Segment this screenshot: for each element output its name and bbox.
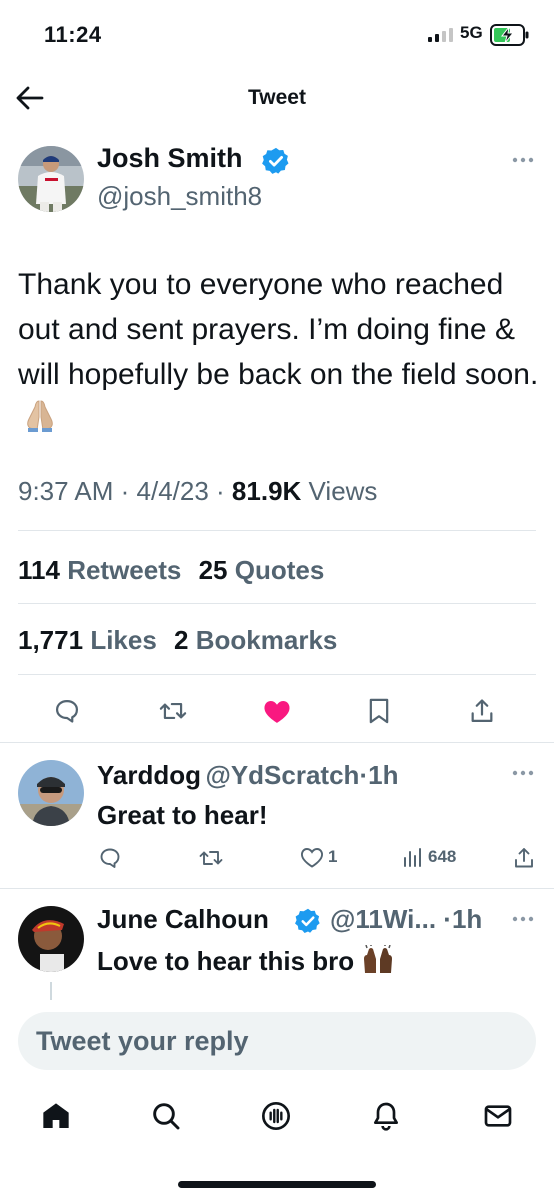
bookmark-icon[interactable]	[366, 697, 392, 725]
share-icon[interactable]	[468, 697, 496, 725]
like-filled-icon[interactable]	[262, 697, 292, 725]
likes-stat[interactable]: 1,771 Likes	[18, 625, 167, 655]
tweet-time: 9:37 AM	[18, 476, 114, 506]
reply-time: 1h	[451, 904, 483, 934]
tweet-text: Thank you to everyone who reached out an…	[18, 262, 540, 442]
reply-author-name[interactable]: Yarddog	[97, 760, 201, 790]
divider	[0, 888, 554, 889]
like-button[interactable]: 1	[300, 846, 337, 868]
signal-icon	[428, 28, 453, 42]
reply-text: Great to hear!	[97, 800, 268, 830]
page-title: Tweet	[248, 86, 306, 109]
network-type: 5G	[460, 23, 483, 42]
reply-time: 1h	[368, 760, 399, 790]
views-button[interactable]: 648	[402, 846, 456, 868]
search-icon[interactable]	[150, 1100, 182, 1132]
more-options-icon[interactable]	[512, 157, 534, 163]
like-count: 1	[328, 847, 338, 866]
battery-charging-icon	[490, 24, 530, 46]
status-time: 11:24	[44, 22, 102, 47]
home-icon[interactable]	[40, 1100, 72, 1132]
views-count: 81.9K	[231, 476, 302, 506]
bookmarks-count: 2	[174, 625, 189, 655]
views-label: Views	[308, 476, 378, 506]
tweet-meta: 9:37 AM · 4/4/23 · 81.9K Views	[18, 476, 378, 506]
author-name[interactable]: Josh Smith	[97, 143, 243, 174]
verified-badge-icon	[294, 907, 322, 935]
avatar[interactable]	[18, 906, 84, 972]
reply-header: Yarddog @YdScratch·1h	[97, 760, 399, 790]
views-count: 648	[428, 847, 457, 866]
avatar[interactable]	[18, 146, 84, 212]
reply-icon[interactable]	[53, 697, 81, 725]
reply-icon[interactable]	[98, 846, 122, 870]
home-indicator	[178, 1181, 376, 1188]
reply-text: Love to hear this bro	[97, 945, 395, 977]
bookmarks-stat[interactable]: 2 Bookmarks	[174, 625, 347, 655]
reply-input-placeholder: Tweet your reply	[36, 1026, 249, 1056]
more-options-icon[interactable]	[512, 916, 534, 922]
thread-connector	[50, 982, 52, 1002]
views-chart-icon	[402, 846, 424, 868]
reply-author-handle[interactable]: @11Wi...	[330, 904, 436, 934]
like-bookmark-stats: 1,771 Likes 2 Bookmarks	[18, 625, 347, 656]
bookmarks-label: Bookmarks	[195, 625, 338, 655]
notifications-icon[interactable]	[370, 1100, 402, 1132]
retweets-count: 114	[18, 555, 60, 585]
reply-meta: @11Wi... ·1h	[330, 904, 483, 934]
divider	[0, 742, 554, 743]
messages-icon[interactable]	[482, 1100, 514, 1132]
retweet-icon[interactable]	[198, 846, 224, 870]
more-options-icon[interactable]	[512, 770, 534, 776]
folded-hands-emoji-icon	[22, 399, 58, 433]
reply-header: June Calhoun	[97, 904, 269, 935]
retweet-icon[interactable]	[158, 697, 188, 725]
reply-author-name[interactable]: June Calhoun	[97, 904, 269, 934]
quotes-stat[interactable]: 25 Quotes	[199, 555, 335, 585]
quotes-count: 25	[198, 555, 228, 585]
retweets-label: Retweets	[67, 555, 182, 585]
spaces-icon[interactable]	[260, 1100, 292, 1132]
retweet-quote-stats: 114 Retweets 25 Quotes	[18, 555, 334, 586]
reply-author-handle[interactable]: @YdScratch	[205, 760, 359, 790]
likes-label: Likes	[90, 625, 157, 655]
author-handle[interactable]: @josh_smith8	[97, 181, 262, 212]
divider	[18, 530, 536, 531]
likes-count: 1,771	[18, 625, 84, 655]
verified-badge-icon	[261, 146, 291, 176]
raised-hands-emoji-icon	[361, 945, 395, 975]
retweets-stat[interactable]: 114 Retweets	[18, 555, 191, 585]
heart-icon	[300, 846, 324, 868]
quotes-label: Quotes	[234, 555, 325, 585]
share-icon[interactable]	[512, 846, 536, 870]
avatar[interactable]	[18, 760, 84, 826]
divider	[18, 603, 536, 604]
tweet-date: 4/4/23	[136, 476, 209, 506]
divider	[18, 674, 536, 675]
